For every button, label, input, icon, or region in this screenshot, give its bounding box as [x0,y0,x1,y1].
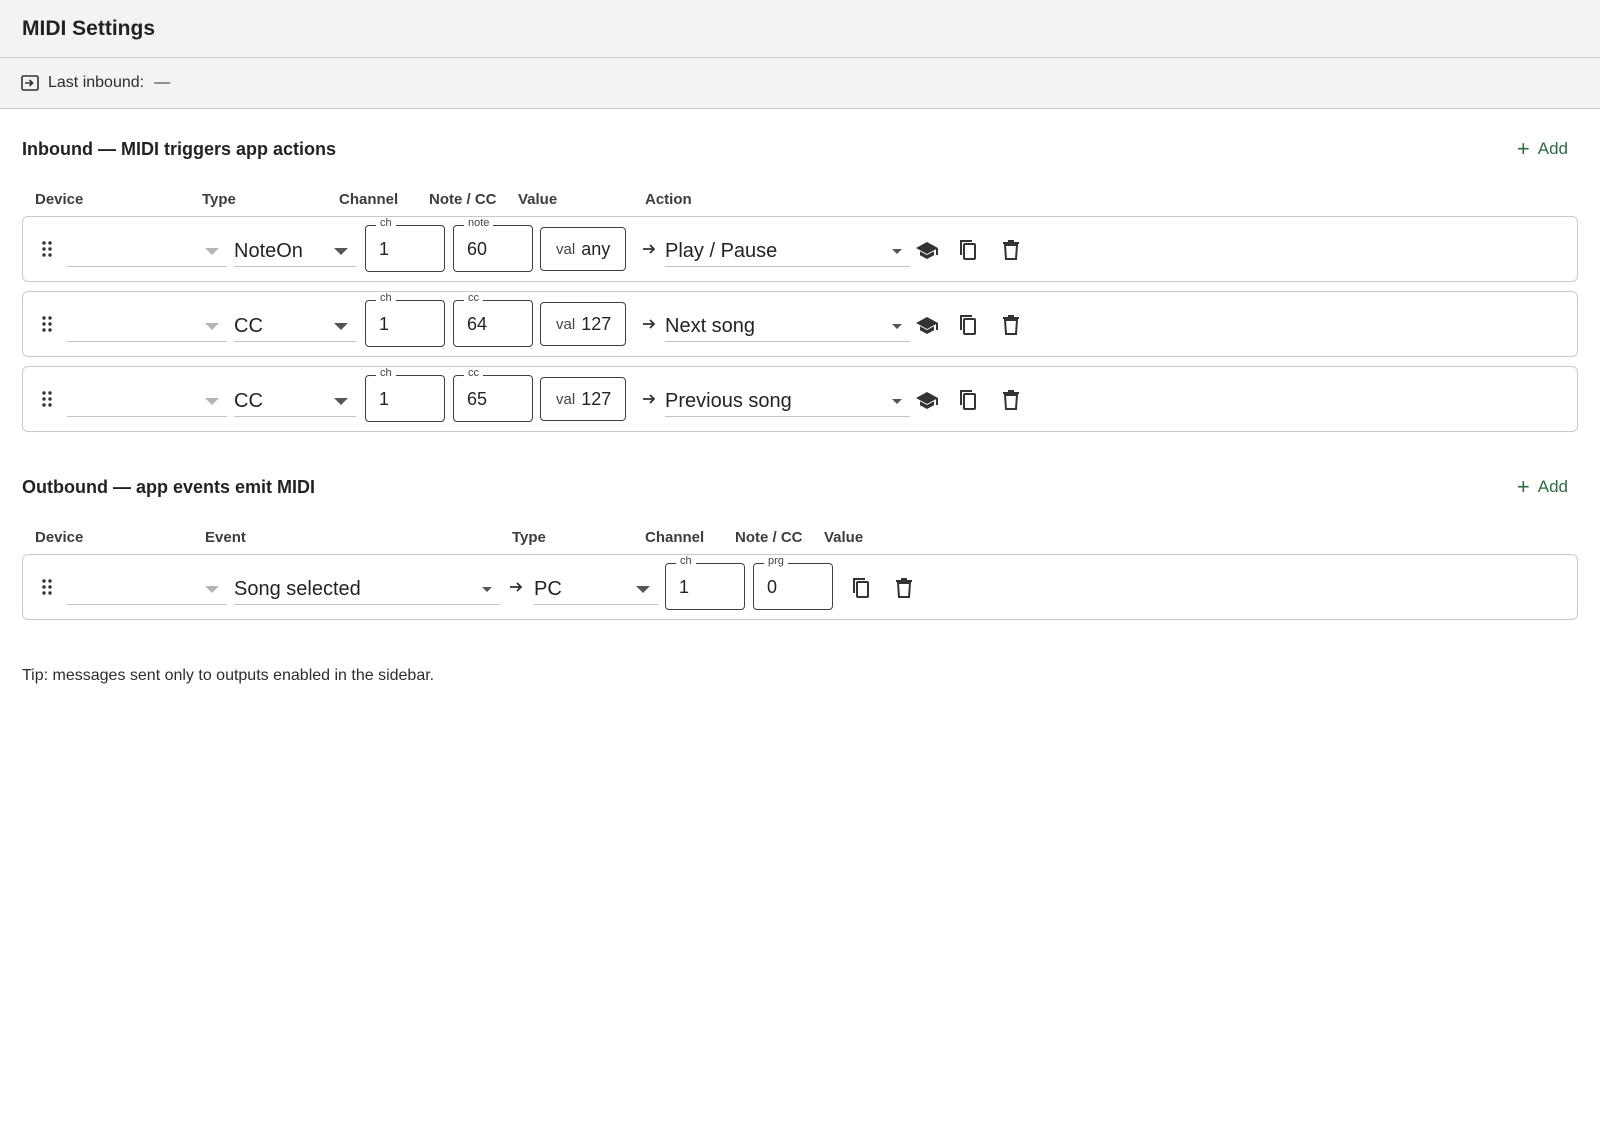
col-value: Value [518,191,558,208]
value-field[interactable]: val 127 [540,377,626,421]
program-field[interactable]: prg 0 [753,555,833,610]
chevron-down-icon [205,248,219,255]
trash-icon[interactable] [998,312,1024,338]
channel-field[interactable]: ch 1 [665,555,745,610]
col-action: Action [645,191,692,208]
trash-icon[interactable] [891,575,917,601]
copy-icon[interactable] [955,387,981,413]
drag-handle-icon[interactable] [37,314,57,334]
inbound-row: CC ch 1 cc 64 val 127 Next song [22,291,1578,357]
col-device: Device [35,529,84,546]
inbound-column-headers: Device Type Channel Note / CC Value Acti… [22,189,1578,213]
trash-icon[interactable] [998,387,1024,413]
col-channel: Channel [645,529,705,546]
school-icon[interactable] [914,312,940,338]
plus-icon: + [1516,474,1530,499]
device-select[interactable] [67,387,227,417]
chevron-down-icon [892,399,902,404]
col-channel: Channel [339,191,399,208]
action-select[interactable]: Previous song [665,387,910,417]
inbound-section: Inbound — MIDI triggers app actions + Ad… [0,109,1600,432]
chevron-down-icon [205,586,219,593]
action-select[interactable]: Play / Pause [665,237,910,267]
tip-text: Tip: messages sent only to outputs enabl… [22,667,435,684]
chevron-down-icon [892,249,902,254]
inbound-title: Inbound — MIDI triggers app actions [22,138,337,159]
arrow-right-icon [507,578,525,596]
outbound-title: Outbound — app events emit MIDI [22,476,316,497]
inbound-add-label: Add [1537,139,1568,158]
inbound-row: CC ch 1 cc 65 val 127 Previous song [22,366,1578,432]
drag-handle-icon[interactable] [37,389,57,409]
action-select[interactable]: Next song [665,312,910,342]
col-type: Type [512,529,546,546]
inbound-add-button[interactable]: + Add [1517,138,1578,160]
col-type: Type [202,191,236,208]
channel-field[interactable]: ch 1 [365,367,445,422]
school-icon[interactable] [914,387,940,413]
type-select[interactable]: CC [234,312,356,342]
copy-icon[interactable] [955,312,981,338]
type-select[interactable]: PC [534,575,658,605]
channel-field[interactable]: ch 1 [365,217,445,272]
trash-icon[interactable] [998,237,1024,263]
login-icon [20,73,40,93]
outbound-column-headers: Device Event Type Channel Note / CC Valu… [22,527,1578,551]
last-inbound-value: — [154,74,171,91]
note-field[interactable]: note 60 [453,217,533,272]
chevron-down-icon [892,324,902,329]
cc-field[interactable]: cc 65 [453,367,533,422]
col-device: Device [35,191,84,208]
chevron-down-icon [334,398,348,405]
last-inbound-bar: Last inbound: — [0,58,1600,109]
outbound-add-label: Add [1537,477,1568,496]
page-title: MIDI Settings [22,16,156,40]
col-note-cc: Note / CC [735,529,803,546]
page-header: MIDI Settings [0,0,1600,58]
device-select[interactable] [67,312,227,342]
chevron-down-icon [636,586,650,593]
arrow-right-icon [640,390,658,408]
copy-icon[interactable] [848,575,874,601]
device-select[interactable] [67,237,227,267]
plus-icon: + [1516,136,1530,161]
outbound-section: Outbound — app events emit MIDI + Add De… [0,447,1600,620]
type-select[interactable]: CC [234,387,356,417]
col-note-cc: Note / CC [429,191,497,208]
last-inbound-label: Last inbound: [48,74,145,91]
school-icon[interactable] [914,237,940,263]
chevron-down-icon [205,323,219,330]
cc-field[interactable]: cc 64 [453,292,533,347]
channel-field[interactable]: ch 1 [365,292,445,347]
chevron-down-icon [334,248,348,255]
event-select[interactable]: Song selected [234,575,500,605]
chevron-down-icon [334,323,348,330]
arrow-right-icon [640,315,658,333]
value-field[interactable]: val 127 [540,302,626,346]
inbound-row: NoteOn ch 1 note 60 val any Play / Pause [22,216,1578,282]
chevron-down-icon [205,398,219,405]
value-field[interactable]: val any [540,227,626,271]
outbound-row: Song selected PC ch 1 prg 0 [22,554,1578,620]
col-value: Value [824,529,864,546]
copy-icon[interactable] [955,237,981,263]
chevron-down-icon [482,587,492,592]
arrow-right-icon [640,240,658,258]
type-select[interactable]: NoteOn [234,237,356,267]
drag-handle-icon[interactable] [37,239,57,259]
device-select[interactable] [67,575,227,605]
outbound-add-button[interactable]: + Add [1517,476,1578,498]
drag-handle-icon[interactable] [37,577,57,597]
col-event: Event [205,529,246,546]
